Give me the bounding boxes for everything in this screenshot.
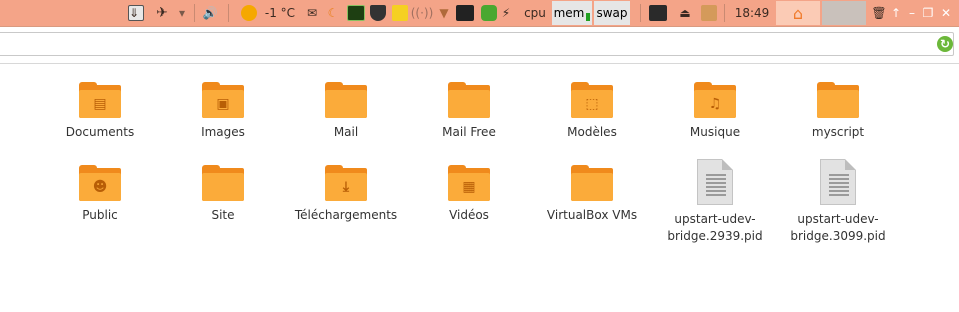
folder-modeles[interactable]: ⬚ Modèles — [532, 82, 652, 141]
mem-monitor[interactable]: mem — [552, 1, 592, 25]
item-label: Site — [211, 208, 235, 222]
close-icon[interactable]: ✕ — [940, 3, 952, 23]
item-label: Mail Free — [442, 125, 496, 139]
clock[interactable]: 18:49 — [734, 3, 770, 23]
mem-label: mem — [553, 6, 585, 20]
folder-mail-free[interactable]: Mail Free — [409, 82, 529, 141]
shield-icon[interactable] — [370, 3, 386, 23]
window-task-button[interactable] — [822, 1, 866, 25]
folder-videos[interactable]: ▦ Vidéos — [409, 165, 529, 224]
folder-images[interactable]: ▣ Images — [163, 82, 283, 141]
volume-icon[interactable]: 🔊 — [200, 3, 220, 23]
download-icon[interactable]: ⇓ — [128, 3, 144, 23]
folder-icon: ☻ — [79, 165, 121, 201]
app-icon[interactable] — [480, 3, 498, 23]
swap-label[interactable]: swap — [594, 1, 630, 25]
panel-separator — [228, 4, 229, 22]
file-upstart-udev-bridge-3099[interactable]: upstart-udev-bridge.3099.pid — [778, 159, 898, 245]
mail-icon[interactable]: ✉ — [303, 3, 321, 23]
document-icon: ▤ — [93, 96, 107, 112]
item-label: myscript — [811, 125, 865, 139]
item-label: Modèles — [567, 125, 617, 139]
text-file-icon — [697, 159, 733, 205]
folder-virtualbox-vms[interactable]: VirtualBox VMs — [532, 165, 652, 224]
minimize-icon[interactable]: – — [906, 3, 918, 23]
folder-icon: ▦ — [448, 165, 490, 201]
home-icon[interactable]: ⌂ — [776, 1, 820, 25]
item-label: Téléchargements — [294, 208, 398, 222]
moon-icon[interactable]: ☾ — [324, 3, 342, 23]
panel-separator — [640, 4, 641, 22]
top-panel: ⇓ ✈ ▾ 🔊 -1 °C ✉ ☾ ((·)) ▼ ⚡ cpu mem swap… — [0, 0, 959, 27]
folder-icon: ⬚ — [571, 82, 613, 118]
folder-mail[interactable]: Mail — [286, 82, 406, 141]
music-icon: ♫ — [708, 96, 722, 112]
sticky-note-icon[interactable] — [392, 3, 408, 23]
panel-separator — [724, 4, 725, 22]
up-arrow-icon[interactable]: ↑ — [890, 3, 902, 23]
folder-public[interactable]: ☻ Public — [40, 165, 160, 224]
item-label: Images — [201, 125, 245, 139]
folder-site[interactable]: Site — [163, 165, 283, 224]
item-label: Vidéos — [449, 208, 489, 222]
folder-icon: ▤ — [79, 82, 121, 118]
folder-icon: ⤓ — [325, 165, 367, 201]
folder-icon: ♫ — [694, 82, 736, 118]
wireless-icon[interactable]: ((·)) — [411, 3, 434, 23]
item-label: VirtualBox VMs — [546, 208, 638, 222]
network-app-icon[interactable]: ✈ — [150, 3, 174, 23]
usb-drive-icon[interactable]: ⏏ — [675, 3, 695, 23]
weather-temperature[interactable]: -1 °C — [262, 3, 298, 23]
folder-icon — [817, 82, 859, 118]
panel-separator — [194, 4, 195, 22]
folder-icon: ▣ — [202, 82, 244, 118]
item-label: upstart-udev-bridge.2939.pid — [667, 212, 763, 243]
folder-musique[interactable]: ♫ Musique — [655, 82, 775, 141]
people-icon: ☻ — [92, 179, 108, 195]
item-label: Public — [82, 208, 118, 222]
power-bolt-icon[interactable]: ⚡ — [500, 3, 512, 23]
trash-icon[interactable]: 🗑 — [871, 3, 886, 23]
folder-icon — [571, 165, 613, 201]
item-label: Documents — [65, 125, 135, 139]
location-bar: ↻ — [0, 32, 959, 58]
display-icon[interactable] — [648, 3, 668, 23]
template-icon: ⬚ — [585, 96, 599, 112]
toolbar-divider — [0, 63, 959, 64]
refresh-icon[interactable]: ↻ — [937, 36, 953, 52]
download-icon: ⤓ — [342, 179, 350, 195]
terminal-icon[interactable] — [456, 3, 474, 23]
wifi-icon[interactable]: ▼ — [436, 3, 452, 23]
restore-icon[interactable]: ❐ — [922, 3, 934, 23]
mem-bar — [586, 13, 591, 21]
folder-icon — [448, 82, 490, 118]
text-file-icon — [820, 159, 856, 205]
system-monitor-icon[interactable] — [346, 3, 366, 23]
cpu-label[interactable]: cpu — [522, 3, 548, 23]
file-upstart-udev-bridge-2939[interactable]: upstart-udev-bridge.2939.pid — [655, 159, 775, 245]
item-label: Musique — [689, 125, 741, 139]
item-label: upstart-udev-bridge.3099.pid — [790, 212, 886, 243]
image-icon: ▣ — [216, 96, 230, 112]
folder-telechargements[interactable]: ⤓ Téléchargements — [286, 165, 406, 224]
package-icon[interactable] — [700, 3, 718, 23]
item-label: Mail — [333, 125, 359, 139]
film-icon: ▦ — [462, 179, 476, 195]
weather-sun-icon[interactable] — [240, 3, 258, 23]
location-input[interactable] — [0, 32, 954, 56]
folder-icon — [325, 82, 367, 118]
dropdown-arrow-icon[interactable]: ▾ — [176, 3, 188, 23]
folder-documents[interactable]: ▤ Documents — [40, 82, 160, 141]
folder-icon — [202, 165, 244, 201]
folder-myscript[interactable]: myscript — [778, 82, 898, 141]
